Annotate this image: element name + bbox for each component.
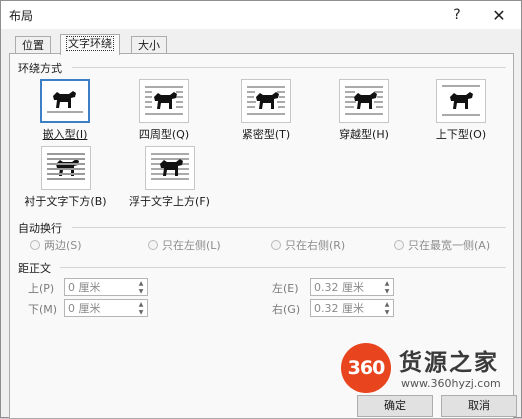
wrap-option-inline-label: 嵌入型(I) xyxy=(42,128,88,141)
radio-both-sides-label: 两边(S) xyxy=(44,239,82,252)
layout-dialog: 布局 ? ✕ 位置 文字环绕 大小 环绕方式 嵌入型(I) 四周型(Q) 紧密型… xyxy=(0,0,522,419)
radio-right-only[interactable]: 只在右侧(R) xyxy=(271,237,345,253)
distance-left-arrows[interactable]: ▲ ▼ xyxy=(381,279,393,295)
radio-right-only-label: 只在右侧(R) xyxy=(285,239,346,252)
distance-right-input[interactable] xyxy=(311,300,379,316)
wrap-option-through[interactable]: 穿越型(H) xyxy=(324,79,404,142)
distance-left-input[interactable] xyxy=(311,279,379,295)
distance-left-stepper[interactable]: ▲▼ xyxy=(310,278,394,296)
radio-circle xyxy=(148,240,158,250)
wrap-option-inline[interactable]: 嵌入型(I) xyxy=(25,79,105,142)
radio-largest-only-label: 只在最宽一侧(A) xyxy=(408,239,491,252)
radio-circle xyxy=(394,240,404,250)
watermark-url: www.360hyzj.com xyxy=(401,377,501,390)
wrap-option-tight-label: 紧密型(T) xyxy=(241,128,291,141)
title-bar: 布局 ? ✕ xyxy=(1,1,521,29)
distance-right-arrows[interactable]: ▲ ▼ xyxy=(381,300,393,316)
top-bottom-wrap-icon xyxy=(436,79,486,123)
behind-text-icon xyxy=(40,146,91,190)
through-wrap-icon xyxy=(339,79,389,123)
distance-bottom-label: 下(M) xyxy=(28,303,58,316)
distance-top-stepper[interactable]: ▲▼ xyxy=(64,278,148,296)
distance-divider xyxy=(60,267,506,268)
wrap-option-top-bottom-label: 上下型(O) xyxy=(435,128,487,141)
distance-left-label: 左(E) xyxy=(272,282,299,295)
wrap-option-in-front[interactable]: 浮于文字上方(F) xyxy=(122,146,217,209)
wrap-option-square-label: 四周型(Q) xyxy=(138,128,190,141)
tight-wrap-icon xyxy=(241,79,291,123)
close-button[interactable]: ✕ xyxy=(487,4,511,26)
radio-left-only-label: 只在左侧(L) xyxy=(162,239,221,252)
wrap-option-tight[interactable]: 紧密型(T) xyxy=(226,79,306,142)
in-front-of-text-icon xyxy=(144,146,195,190)
wrap-option-behind[interactable]: 衬于文字下方(B) xyxy=(18,146,113,209)
radio-left-only[interactable]: 只在左侧(L) xyxy=(148,237,221,253)
distance-top-arrows[interactable]: ▲ ▼ xyxy=(135,279,147,295)
wrap-text-heading: 自动换行 xyxy=(18,222,62,235)
spin-down-icon[interactable]: ▼ xyxy=(381,308,393,316)
distance-bottom-input[interactable] xyxy=(65,300,133,316)
site-watermark: 360 货源之家 www.360hyzj.com xyxy=(337,337,522,401)
inline-icon xyxy=(40,79,90,123)
distance-right-label: 右(G) xyxy=(272,303,301,316)
spin-up-icon[interactable]: ▲ xyxy=(381,300,393,308)
spin-down-icon[interactable]: ▼ xyxy=(381,287,393,295)
wrap-option-through-label: 穿越型(H) xyxy=(339,128,389,141)
tab-text-wrapping-label: 文字环绕 xyxy=(66,36,114,51)
radio-circle xyxy=(30,240,40,250)
distance-top-label: 上(P) xyxy=(28,282,55,295)
wrap-option-square[interactable]: 四周型(Q) xyxy=(124,79,204,142)
distance-bottom-arrows[interactable]: ▲ ▼ xyxy=(135,300,147,316)
radio-largest-only[interactable]: 只在最宽一侧(A) xyxy=(394,237,490,253)
watermark-logo: 360 xyxy=(341,343,391,393)
wrap-option-top-bottom[interactable]: 上下型(O) xyxy=(421,79,501,142)
wrap-option-in-front-label: 浮于文字上方(F) xyxy=(129,195,210,208)
spin-down-icon[interactable]: ▼ xyxy=(135,308,147,316)
tab-text-wrapping[interactable]: 文字环绕 xyxy=(60,34,120,55)
spin-up-icon[interactable]: ▲ xyxy=(381,279,393,287)
wrap-style-heading: 环绕方式 xyxy=(18,62,62,75)
tab-size[interactable]: 大小 xyxy=(131,36,167,54)
distance-bottom-stepper[interactable]: ▲▼ xyxy=(64,299,148,317)
distance-heading: 距正文 xyxy=(18,262,51,275)
spin-up-icon[interactable]: ▲ xyxy=(135,279,147,287)
distance-top-input[interactable] xyxy=(65,279,133,295)
wrap-style-divider xyxy=(72,67,506,68)
tab-position[interactable]: 位置 xyxy=(15,36,51,54)
dialog-title: 布局 xyxy=(9,9,34,23)
spin-up-icon[interactable]: ▲ xyxy=(135,300,147,308)
watermark-name: 货源之家 xyxy=(399,349,499,376)
distance-right-stepper[interactable]: ▲▼ xyxy=(310,299,394,317)
wrap-option-behind-label: 衬于文字下方(B) xyxy=(24,195,107,208)
radio-both-sides[interactable]: 两边(S) xyxy=(30,237,82,253)
help-button[interactable]: ? xyxy=(445,4,469,26)
wrap-text-divider xyxy=(72,227,506,228)
square-wrap-icon xyxy=(139,79,189,123)
radio-circle xyxy=(271,240,281,250)
spin-down-icon[interactable]: ▼ xyxy=(135,287,147,295)
